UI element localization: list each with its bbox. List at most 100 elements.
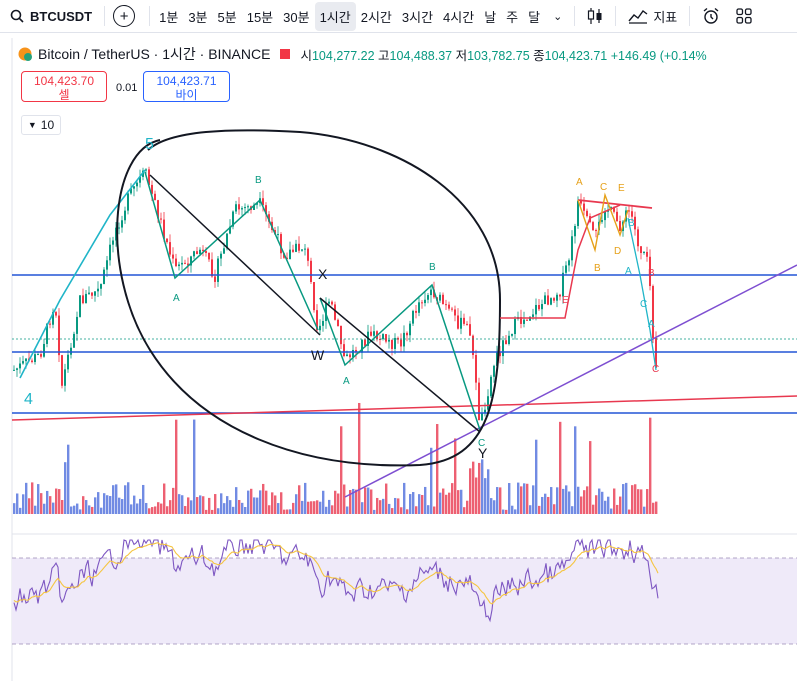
volume-bar xyxy=(217,508,220,514)
volume-bar xyxy=(322,490,325,514)
volume-bar xyxy=(655,501,658,514)
wave-a2-label: A xyxy=(343,376,350,387)
volume-bar xyxy=(208,497,211,514)
buy-price: 104,423.71 xyxy=(156,74,217,88)
candle-body xyxy=(196,251,198,254)
volume-bar xyxy=(331,505,334,514)
volume-bar xyxy=(109,496,112,514)
volume-bar xyxy=(364,487,367,514)
volume-bar xyxy=(481,459,484,514)
volume-bar xyxy=(334,490,337,514)
cyan-a-label: A xyxy=(625,266,632,277)
volume-bar xyxy=(466,500,469,514)
volume-bar xyxy=(424,486,427,514)
candle-body xyxy=(451,308,453,310)
candle-body xyxy=(583,203,585,211)
w-diagonal-line xyxy=(149,174,321,336)
volume-bar xyxy=(70,506,73,514)
volume-bar xyxy=(25,482,28,514)
candle-body xyxy=(244,207,246,209)
candle-body xyxy=(19,363,21,369)
volume-bar xyxy=(283,509,286,514)
sell-price: 104,423.70 xyxy=(33,74,95,88)
volume-bar xyxy=(457,490,460,514)
volume-bar xyxy=(148,508,151,514)
volume-bar xyxy=(262,483,265,514)
volume-bar xyxy=(211,509,214,514)
red-e-label: E xyxy=(562,295,569,306)
volume-bar xyxy=(400,507,403,514)
volume-bar xyxy=(85,500,88,514)
cyan-c-label: C xyxy=(640,299,647,310)
candle-body xyxy=(424,299,426,304)
candle-body xyxy=(193,251,195,257)
volume-bar xyxy=(550,487,553,514)
candle-body xyxy=(595,230,597,232)
red-c-label: C xyxy=(652,364,659,375)
x-label: X xyxy=(318,266,328,282)
volume-bar xyxy=(88,505,91,514)
volume-bar xyxy=(328,499,331,514)
candle-body xyxy=(469,324,471,336)
candle-body xyxy=(199,249,201,254)
candle-body xyxy=(94,291,96,296)
volume-bar xyxy=(73,505,76,514)
volume-bar xyxy=(514,509,517,514)
volume-bar xyxy=(52,502,55,514)
volume-bar xyxy=(166,506,169,514)
candle-body xyxy=(394,337,396,349)
volume-bar xyxy=(133,495,136,514)
candle-body xyxy=(409,323,411,336)
low-value: 103,782.75 xyxy=(467,48,530,63)
candle-body xyxy=(538,304,540,310)
volume-bar xyxy=(571,506,574,514)
volume-bar xyxy=(244,507,247,514)
candle-body xyxy=(43,343,45,357)
candle-body xyxy=(103,269,105,285)
volume-bar xyxy=(280,492,283,514)
candle-body xyxy=(64,369,66,386)
wave-c2-label: C xyxy=(478,438,485,449)
volume-bar xyxy=(289,509,292,514)
candle-body xyxy=(181,262,183,265)
candle-body xyxy=(214,276,216,282)
candle-body xyxy=(40,354,42,357)
candle-body xyxy=(430,289,432,296)
volume-bar xyxy=(94,497,97,514)
volume-bar xyxy=(103,493,106,514)
price-chart[interactable]: 4 5 X W Y A B A B C A C E B D E B A B C … xyxy=(0,0,797,681)
volume-bar xyxy=(595,495,598,514)
volume-bar xyxy=(346,506,349,514)
candle-body xyxy=(400,339,402,347)
volume-bar xyxy=(373,509,376,514)
candle-body xyxy=(370,331,372,336)
volume-bar xyxy=(277,503,280,514)
volume-bar xyxy=(511,505,514,514)
volume-bar xyxy=(34,505,37,514)
triangle-d-label: D xyxy=(614,246,621,257)
indicator-collapse-button[interactable]: ▼ 10 xyxy=(21,115,61,135)
sell-button[interactable]: 104,423.70 셀 xyxy=(21,71,107,102)
volume-bar xyxy=(646,489,649,514)
volume-bar xyxy=(127,482,130,514)
volume-bar xyxy=(37,484,40,514)
volume-bar xyxy=(604,500,607,514)
volume-bar xyxy=(295,494,298,514)
candle-body xyxy=(220,253,222,259)
wave-4-label: 4 xyxy=(24,391,33,408)
cyan-impulse-line xyxy=(19,169,146,379)
volume-bar xyxy=(529,505,532,514)
buy-button[interactable]: 104,423.71 바이 xyxy=(143,71,230,102)
volume-bar xyxy=(112,485,115,514)
candle-body xyxy=(313,282,315,311)
volume-bar xyxy=(445,494,448,514)
volume-bar xyxy=(190,500,193,514)
candle-body xyxy=(136,182,138,187)
candle-body xyxy=(652,286,654,338)
volume-bar xyxy=(274,495,277,514)
volume-bar xyxy=(496,487,499,514)
volume-bar xyxy=(265,490,268,514)
volume-bar xyxy=(118,497,121,514)
candle-body xyxy=(556,294,558,301)
volume-bar xyxy=(463,507,466,514)
